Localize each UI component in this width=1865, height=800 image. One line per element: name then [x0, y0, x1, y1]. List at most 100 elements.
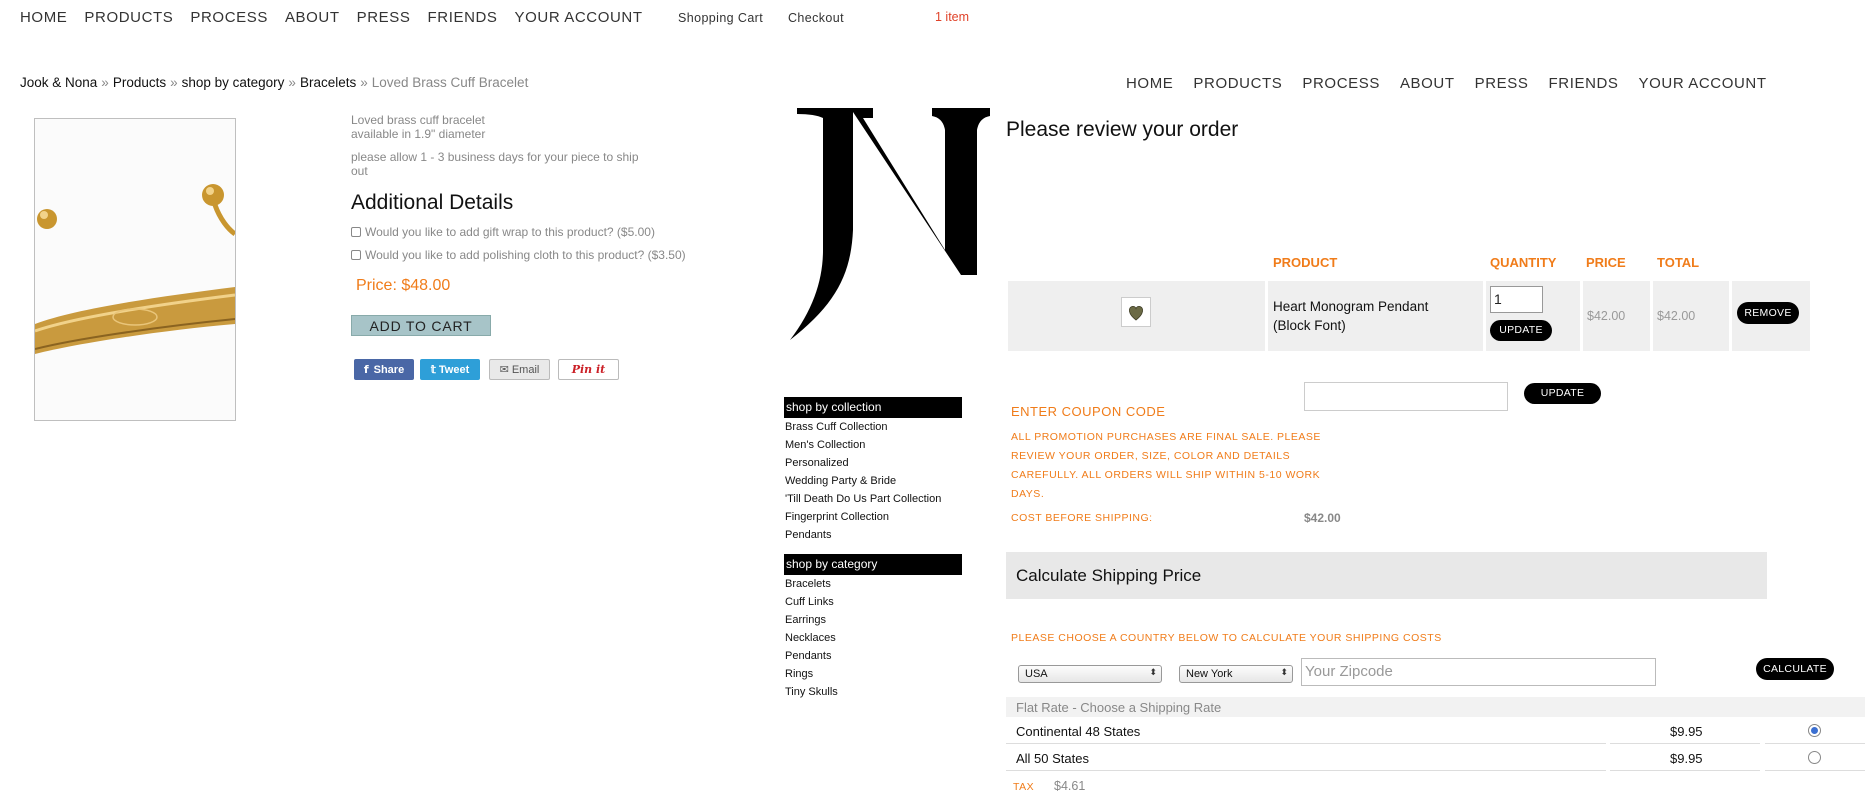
breadcrumb-shop-by-category[interactable]: shop by category — [182, 75, 285, 90]
add-to-cart-button[interactable]: ADD TO CART — [351, 315, 491, 336]
collection-item[interactable]: 'Till Death Do Us Part Collection — [785, 493, 941, 505]
coupon-code-input[interactable] — [1304, 382, 1508, 411]
nav-press[interactable]: PRESS — [357, 9, 411, 26]
collection-item[interactable]: Wedding Party & Bride — [785, 475, 896, 487]
heart-pendant-icon — [1128, 305, 1144, 321]
cart-item-thumbnail[interactable] — [1121, 297, 1151, 327]
country-select[interactable]: USA ⬍ — [1018, 665, 1162, 683]
rnav-products[interactable]: PRODUCTS — [1193, 75, 1282, 92]
zipcode-input[interactable]: Your Zipcode — [1301, 658, 1656, 686]
category-item[interactable]: Cuff Links — [785, 596, 834, 608]
shopping-cart-link[interactable]: Shopping Cart — [678, 11, 763, 25]
cart-item-name[interactable]: Heart Monogram Pendant (Block Font) — [1273, 297, 1433, 335]
collection-item[interactable]: Pendants — [785, 529, 831, 541]
cart-item-total: $42.00 — [1657, 309, 1696, 323]
nav-products[interactable]: PRODUCTS — [84, 9, 173, 26]
breadcrumb-home[interactable]: Jook & Nona — [20, 75, 97, 90]
nav-home[interactable]: HOME — [20, 9, 67, 26]
rate-radio-continental-48[interactable] — [1808, 724, 1821, 737]
collection-item[interactable]: Men's Collection — [785, 439, 865, 451]
select-arrows-icon: ⬍ — [1149, 667, 1157, 677]
collection-item[interactable]: Fingerprint Collection — [785, 511, 889, 523]
breadcrumb: Jook & Nona» Products» shop by category» Br… — [20, 75, 529, 90]
tweet-button[interactable]: 𝕥 Tweet — [420, 359, 480, 380]
col-header-product: PRODUCT — [1273, 255, 1338, 270]
cost-before-shipping-label: COST BEFORE SHIPPING: — [1011, 512, 1153, 524]
facebook-share-button[interactable]: f Share — [354, 359, 414, 380]
polishing-cloth-checkbox[interactable] — [351, 250, 361, 260]
promotion-notice: ALL PROMOTION PURCHASES ARE FINAL SALE. … — [1011, 431, 1321, 500]
rate-name: Continental 48 States — [1016, 724, 1141, 739]
divider — [1610, 770, 1760, 771]
product-price: Price: $48.00 — [356, 277, 451, 294]
additional-details-heading: Additional Details — [351, 191, 514, 214]
top-nav: HOME PRODUCTS PROCESS ABOUT PRESS FRIEND… — [20, 9, 660, 26]
state-select[interactable]: New York ⬍ — [1179, 665, 1293, 683]
shop-by-category-heading: shop by category — [784, 554, 962, 575]
cart-item-count[interactable]: 1 item — [935, 10, 969, 24]
apply-coupon-button[interactable]: UPDATE — [1524, 383, 1601, 404]
tax-value: $4.61 — [1054, 779, 1086, 793]
update-quantity-button[interactable]: UPDATE — [1490, 320, 1552, 341]
divider — [1765, 743, 1865, 744]
quantity-input[interactable]: 1 — [1490, 286, 1543, 313]
rnav-your-account[interactable]: YOUR ACCOUNT — [1639, 75, 1767, 92]
coupon-label: ENTER COUPON CODE — [1011, 404, 1166, 419]
nav-about[interactable]: ABOUT — [285, 9, 340, 26]
category-item[interactable]: Pendants — [785, 650, 831, 662]
rnav-press[interactable]: PRESS — [1475, 75, 1529, 92]
divider — [1006, 743, 1606, 744]
cart-item-price: $42.00 — [1587, 309, 1626, 323]
collection-item[interactable]: Brass Cuff Collection — [785, 421, 888, 433]
breadcrumb-bracelets[interactable]: Bracelets — [300, 75, 356, 90]
product-description: Loved brass cuff bracelet available in 1… — [351, 113, 486, 141]
gift-wrap-option[interactable]: Would you like to add gift wrap to this … — [351, 225, 655, 239]
brass-cuff-bracelet-image — [35, 119, 235, 420]
envelope-icon: ✉ — [499, 364, 509, 376]
rnav-home[interactable]: HOME — [1126, 75, 1173, 92]
shop-by-collection-heading: shop by collection — [784, 397, 962, 418]
collection-item[interactable]: Personalized — [785, 457, 849, 469]
tax-label: TAX — [1013, 781, 1035, 793]
nav-your-account[interactable]: YOUR ACCOUNT — [515, 9, 643, 26]
category-item[interactable]: Bracelets — [785, 578, 831, 590]
col-header-total: TOTAL — [1657, 255, 1700, 270]
checkout-link[interactable]: Checkout — [788, 11, 844, 25]
email-share-button[interactable]: ✉ Email — [489, 359, 550, 380]
calculate-shipping-title: Calculate Shipping Price — [1016, 566, 1202, 585]
right-nav: HOME PRODUCTS PROCESS ABOUT PRESS FRIEND… — [1126, 75, 1787, 92]
divider — [1610, 743, 1760, 744]
polishing-cloth-option[interactable]: Would you like to add polishing cloth to… — [351, 248, 686, 262]
divider — [1765, 770, 1865, 771]
category-item[interactable]: Necklaces — [785, 632, 836, 644]
cost-before-shipping-value: $42.00 — [1304, 511, 1341, 525]
category-item[interactable]: Rings — [785, 668, 813, 680]
rnav-about[interactable]: ABOUT — [1400, 75, 1455, 92]
pinterest-button[interactable]: Pin it — [558, 359, 619, 380]
rnav-friends[interactable]: FRIENDS — [1549, 75, 1619, 92]
rnav-process[interactable]: PROCESS — [1302, 75, 1380, 92]
nav-process[interactable]: PROCESS — [190, 9, 268, 26]
nav-friends[interactable]: FRIENDS — [428, 9, 498, 26]
twitter-icon: 𝕥 — [430, 364, 436, 376]
calculate-shipping-button[interactable]: CALCULATE — [1756, 658, 1834, 680]
review-order-title: Please review your order — [1006, 118, 1239, 141]
rate-price: $9.95 — [1670, 751, 1703, 766]
rate-radio-all-50[interactable] — [1808, 751, 1821, 764]
gift-wrap-checkbox[interactable] — [351, 227, 361, 237]
shipping-prompt: PLEASE CHOOSE A COUNTRY BELOW TO CALCULA… — [1011, 632, 1442, 644]
rate-heading: Flat Rate - Choose a Shipping Rate — [1016, 700, 1222, 715]
category-item[interactable]: Earrings — [785, 614, 826, 626]
shipping-notice: please allow 1 - 3 business days for you… — [351, 150, 639, 178]
col-header-price: PRICE — [1586, 255, 1626, 270]
remove-item-button[interactable]: REMOVE — [1737, 302, 1799, 324]
rate-name: All 50 States — [1016, 751, 1089, 766]
jook-nona-logo[interactable] — [785, 100, 990, 340]
category-item[interactable]: Tiny Skulls — [785, 686, 838, 698]
breadcrumb-products[interactable]: Products — [113, 75, 166, 90]
product-image[interactable] — [34, 118, 236, 421]
divider — [1006, 770, 1606, 771]
rate-price: $9.95 — [1670, 724, 1703, 739]
col-header-quantity: QUANTITY — [1490, 255, 1557, 270]
breadcrumb-current: Loved Brass Cuff Bracelet — [371, 75, 529, 90]
